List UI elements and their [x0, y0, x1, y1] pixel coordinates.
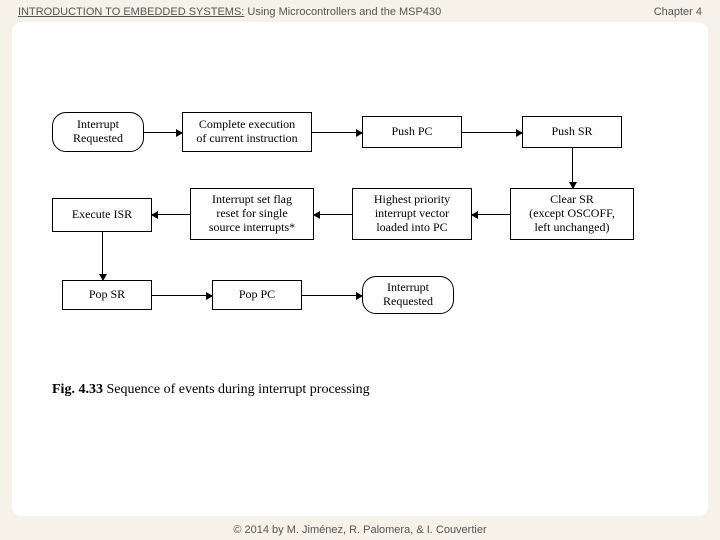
- arrow-icon: [102, 232, 103, 280]
- node-pop-sr: Pop SR: [62, 280, 152, 310]
- arrow-icon: [472, 214, 510, 215]
- arrow-icon: [314, 214, 352, 215]
- node-execute-isr: Execute ISR: [52, 198, 152, 232]
- figure-caption: Fig. 4.33 Sequence of events during inte…: [52, 382, 370, 398]
- book-title-prefix: INTRODUCTION TO EMBEDDED SYSTEMS:: [18, 6, 244, 18]
- node-load-vector: Highest priorityinterrupt vectorloaded i…: [352, 188, 472, 240]
- arrow-icon: [152, 295, 212, 296]
- chapter-label: Chapter 4: [654, 6, 702, 18]
- slide-body: InterruptRequested Complete executionof …: [12, 22, 708, 516]
- node-interrupt-requested-end: InterruptRequested: [362, 276, 454, 314]
- copyright-footer: © 2014 by M. Jiménez, R. Palomera, & I. …: [0, 524, 720, 536]
- arrow-icon: [302, 295, 362, 296]
- node-reset-flag: Interrupt set flagreset for singlesource…: [190, 188, 314, 240]
- arrow-icon: [312, 132, 362, 133]
- node-interrupt-requested-start: InterruptRequested: [52, 112, 144, 152]
- figure-number: Fig. 4.33: [52, 382, 103, 397]
- arrow-icon: [462, 132, 522, 133]
- node-pop-pc: Pop PC: [212, 280, 302, 310]
- arrow-icon: [572, 148, 573, 188]
- slide-header: INTRODUCTION TO EMBEDDED SYSTEMS: Using …: [0, 0, 720, 18]
- figure-text: Sequence of events during interrupt proc…: [103, 382, 370, 397]
- book-title: INTRODUCTION TO EMBEDDED SYSTEMS: Using …: [18, 6, 441, 18]
- flow-diagram: InterruptRequested Complete executionof …: [52, 112, 672, 372]
- book-title-suffix: Using Microcontrollers and the MSP430: [244, 6, 441, 18]
- node-push-sr: Push SR: [522, 116, 622, 148]
- arrow-icon: [144, 132, 182, 133]
- arrow-icon: [152, 214, 190, 215]
- node-complete-execution: Complete executionof current instruction: [182, 112, 312, 152]
- node-push-pc: Push PC: [362, 116, 462, 148]
- node-clear-sr: Clear SR(except OSCOFF,left unchanged): [510, 188, 634, 240]
